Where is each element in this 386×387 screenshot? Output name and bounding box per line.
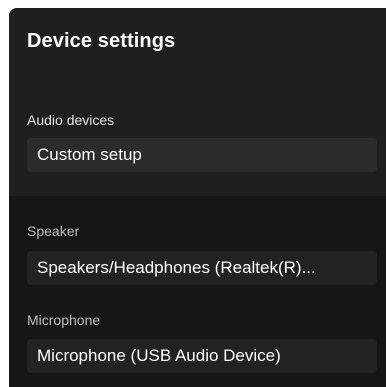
page-title: Device settings: [27, 30, 176, 52]
speaker-select[interactable]: Speakers/Headphones (Realtek(R)...: [27, 251, 377, 285]
microphone-select[interactable]: Microphone (USB Audio Device): [27, 339, 377, 373]
audio-devices-select[interactable]: Custom setup: [27, 138, 377, 172]
audio-devices-label: Audio devices: [27, 112, 115, 128]
speaker-label: Speaker: [27, 223, 80, 239]
device-settings-panel: Device settings Audio devices Custom set…: [9, 8, 386, 387]
microphone-label: Microphone: [27, 312, 101, 328]
